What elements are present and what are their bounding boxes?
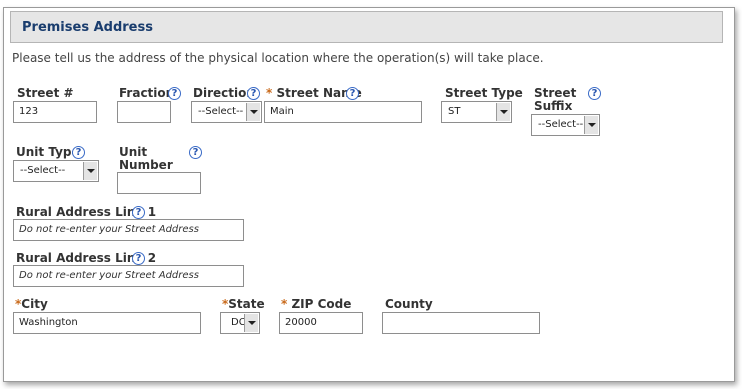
rural-line1-input[interactable]: Do not re-enter your Street Address [13,219,244,241]
unit-type-help-icon[interactable]: ? [72,146,85,159]
unit-number-input[interactable] [117,172,201,194]
street-suffix-label-line2: Suffix [534,99,573,113]
unit-number-label: Unit Number [119,146,173,172]
street-name-input[interactable]: Main [264,101,422,123]
state-select[interactable]: DC [220,312,260,334]
street-number-input[interactable]: 123 [13,101,97,123]
dropdown-arrow-icon [246,103,260,121]
unit-type-select[interactable]: --Select-- [13,160,99,182]
rural-line2-input[interactable]: Do not re-enter your Street Address [13,265,244,287]
intro-text: Please tell us the address of the physic… [12,51,544,65]
zip-label-text: ZIP Code [291,297,352,311]
city-label: *City [15,298,48,311]
zip-label: * ZIP Code [281,298,351,311]
street-type-label: Street Type [445,86,523,100]
unit-number-help-icon[interactable]: ? [189,146,202,159]
dropdown-arrow-icon [83,162,97,180]
required-marker: * [281,297,288,311]
street-name-help-icon[interactable]: ? [346,87,359,100]
city-label-text: City [21,297,48,311]
street-suffix-label-line1: Street [534,86,577,100]
city-input[interactable]: Washington [13,312,201,334]
street-suffix-help-icon[interactable]: ? [588,87,601,100]
street-type-selected: ST [448,106,461,117]
zip-input[interactable]: 20000 [279,312,363,334]
required-marker: * [266,86,273,100]
fraction-input[interactable] [117,101,171,123]
street-suffix-select[interactable]: --Select-- [531,114,600,136]
unit-number-label-line1: Unit [119,145,148,159]
dropdown-arrow-icon [244,314,258,332]
unit-type-label: Unit Type [16,145,80,159]
direction-select[interactable]: --Select-- [191,101,262,123]
state-label: *State [222,298,265,311]
fraction-help-icon[interactable]: ? [168,87,181,100]
section-header: Premises Address [10,11,723,43]
state-label-text: State [228,297,265,311]
rural-line1-help-icon[interactable]: ? [132,206,145,219]
dropdown-arrow-icon [584,116,598,134]
direction-label: Direction [193,86,255,100]
unit-number-label-line2: Number [119,158,173,172]
direction-help-icon[interactable]: ? [247,87,260,100]
rural-line2-help-icon[interactable]: ? [132,252,145,265]
street-suffix-label: Street Suffix [534,87,576,113]
street-number-label: Street # [17,86,74,100]
section-title: Premises Address [22,20,153,35]
direction-selected: --Select-- [198,106,244,117]
county-label: County [385,297,433,311]
street-type-select[interactable]: ST [441,101,512,123]
fraction-label: Fraction [119,86,175,100]
county-input[interactable] [382,312,540,334]
street-suffix-selected: --Select-- [538,119,584,130]
dropdown-arrow-icon [496,103,510,121]
unit-type-selected: --Select-- [20,165,66,176]
